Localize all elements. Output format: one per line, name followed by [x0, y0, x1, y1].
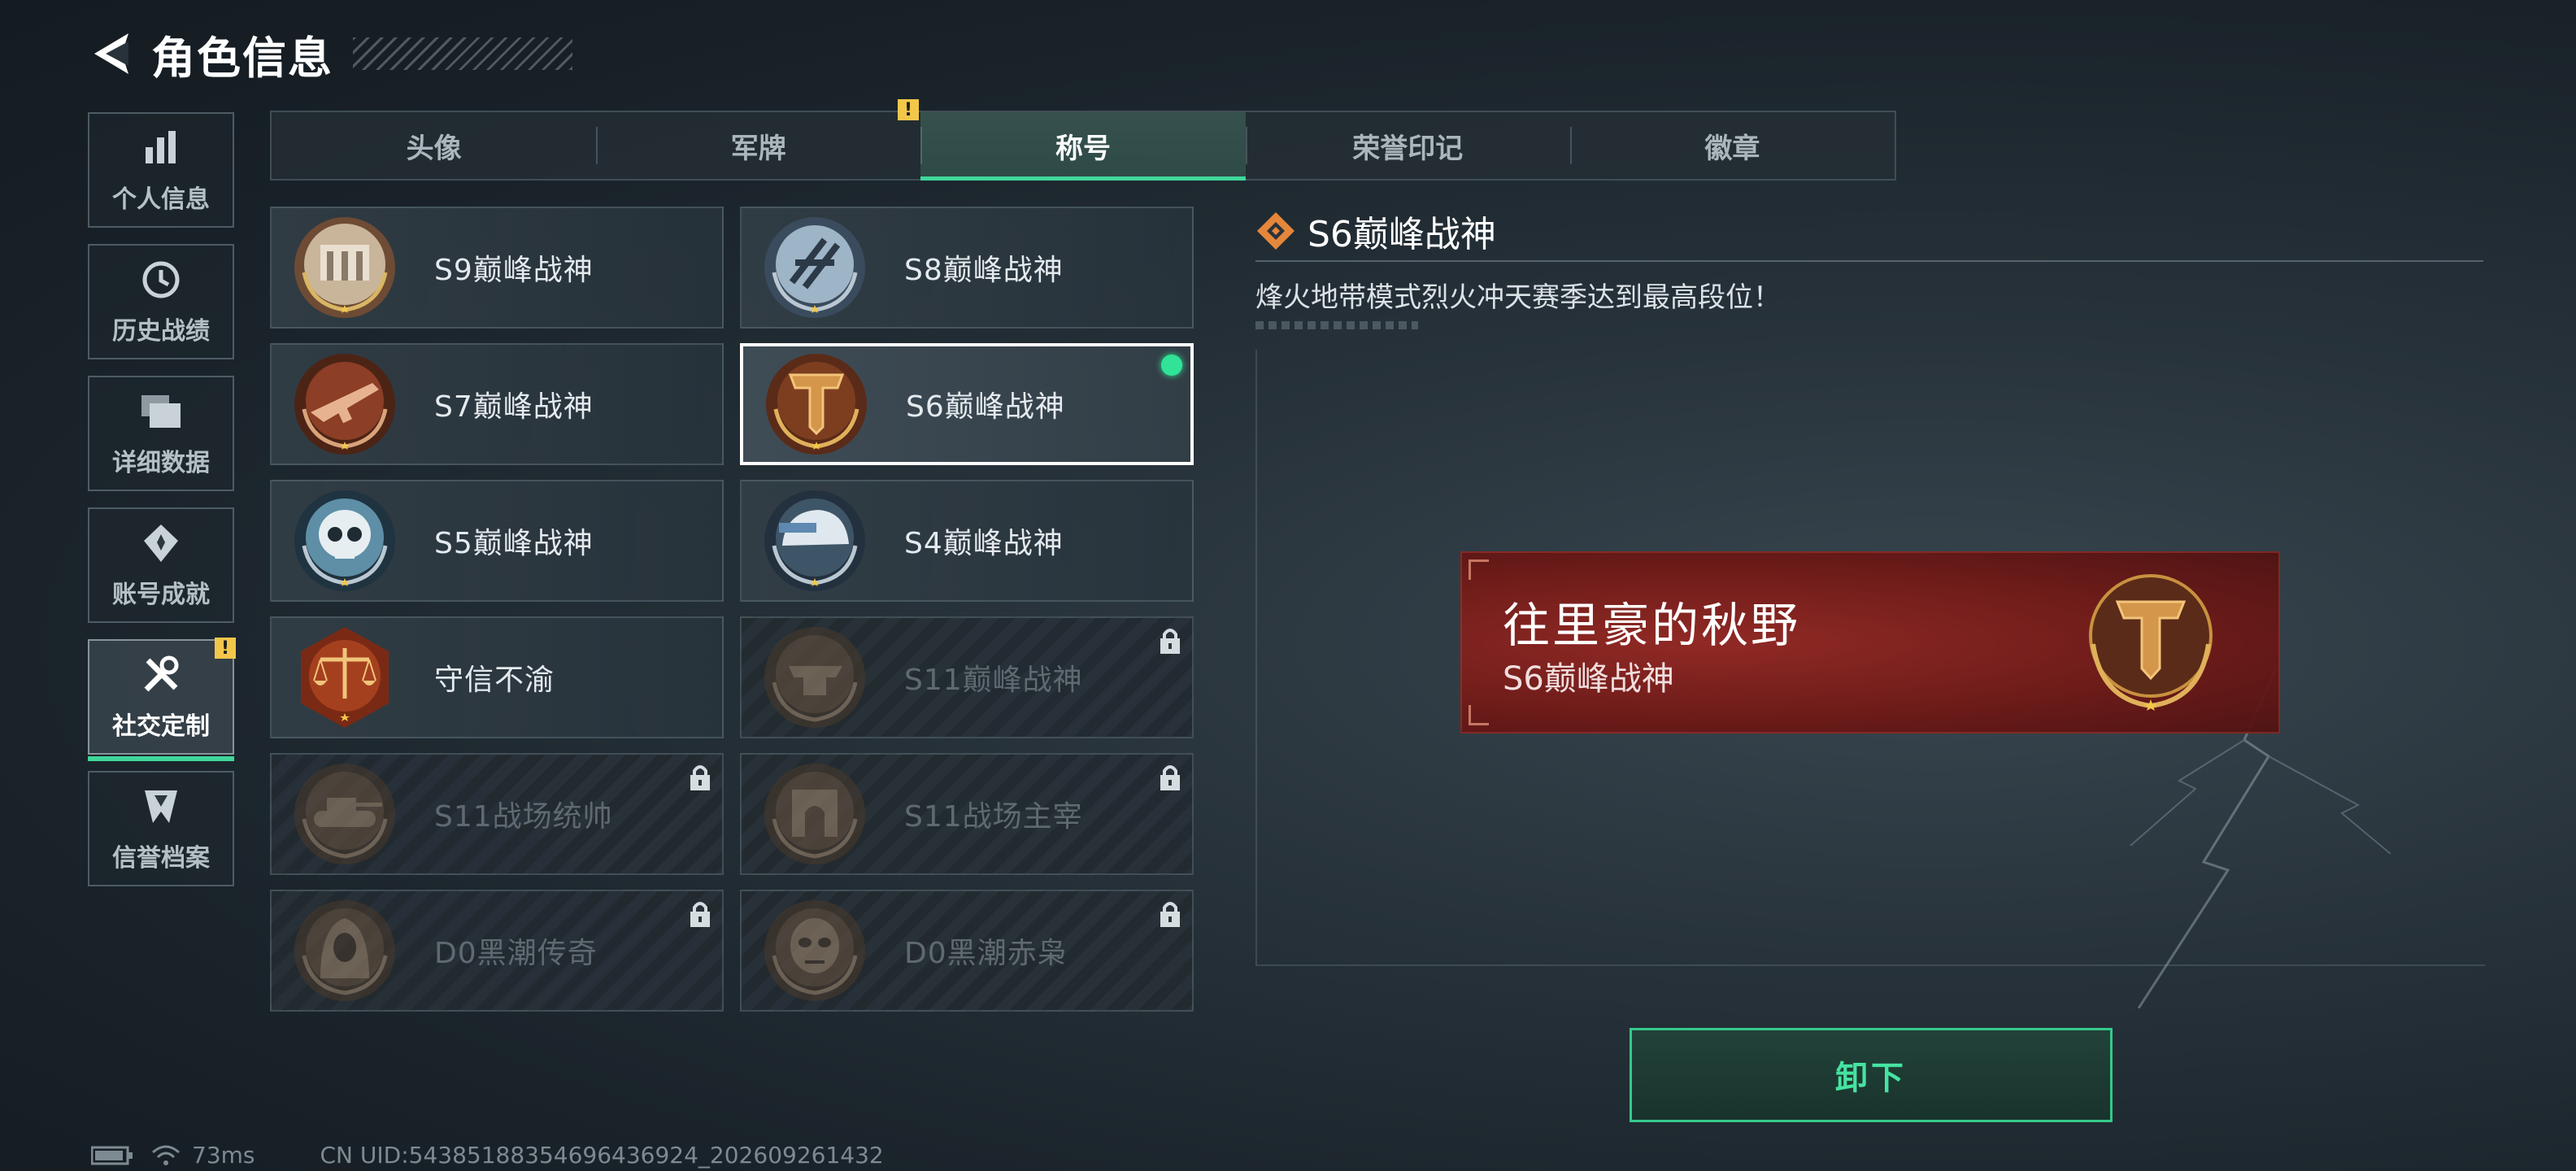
- tab-alert-badge: !: [898, 99, 919, 120]
- sidebar-item-details[interactable]: 详细数据: [88, 376, 234, 491]
- title-card-selected[interactable]: S6巅峰战神: [740, 343, 1194, 465]
- sidebar-item-profile[interactable]: 个人信息: [88, 112, 234, 228]
- plate-player-name: 往里豪的秋野: [1503, 598, 1801, 653]
- detail-decoration: [1255, 321, 1418, 329]
- slash-emblem: [764, 217, 865, 318]
- name-plate-preview: 往里豪的秋野 S6巅峰战神: [1460, 551, 2280, 734]
- title-card-label: S11战场统帅: [434, 800, 613, 834]
- title-card-locked[interactable]: D0黑潮传奇: [270, 890, 724, 1012]
- title-card-label: S7巅峰战神: [434, 390, 594, 424]
- back-arrow-icon[interactable]: [88, 28, 133, 80]
- detail-header: S6巅峰战神: [1255, 202, 2483, 262]
- bar-chart-icon: [138, 125, 184, 171]
- title-card-locked[interactable]: D0黑潮赤枭: [740, 890, 1194, 1012]
- title-card-locked[interactable]: S11巅峰战神: [740, 616, 1194, 738]
- title-hatch-decoration: [353, 37, 572, 70]
- ping-text: 73ms: [192, 1142, 255, 1169]
- wrench-icon: [138, 652, 184, 698]
- sidebar-item-label: 历史战绩: [112, 317, 210, 346]
- title-card-label: S11战场主宰: [904, 800, 1083, 834]
- page-title: 角色信息: [151, 32, 333, 84]
- history-icon: [138, 257, 184, 303]
- lock-icon: [1160, 902, 1180, 927]
- title-card-label: S11巅峰战神: [904, 664, 1083, 697]
- title-card-label: D0黑潮赤枭: [904, 937, 1068, 970]
- lock-icon: [1160, 765, 1180, 790]
- title-card[interactable]: S9巅峰战神: [270, 207, 724, 329]
- title-card[interactable]: 守信不渝: [270, 616, 724, 738]
- hooded-emblem: [294, 900, 395, 1001]
- sidebar-item-label: 信誉档案: [112, 844, 210, 873]
- plate-corner-decoration: [1469, 705, 1489, 725]
- title-card[interactable]: S8巅峰战神: [740, 207, 1194, 329]
- tab-honor-mark[interactable]: 荣誉印记: [1245, 112, 1570, 179]
- header-bar: 角色信息: [88, 23, 572, 85]
- tab-dog-tag[interactable]: 军牌: [596, 112, 920, 179]
- scales-emblem: [301, 627, 389, 728]
- detail-description: 烽火地带模式烈火冲天赛季达到最高段位！: [1255, 281, 1781, 314]
- fortress-emblem: [294, 217, 395, 318]
- folder-icon: [138, 389, 184, 434]
- title-card-locked[interactable]: S11战场统帅: [270, 753, 724, 875]
- tab-avatar[interactable]: 头像: [272, 112, 596, 179]
- tab-badge[interactable]: 徽章: [1569, 112, 1895, 179]
- sidebar-item-label: 社交定制: [112, 712, 210, 741]
- plate-corner-decoration: [1469, 559, 1489, 580]
- sidebar-item-label: 详细数据: [112, 449, 210, 477]
- title-card-label: S6巅峰战神: [906, 390, 1065, 424]
- uid-text: CN UID:5438518835469643692​4_20260926143…: [320, 1142, 884, 1169]
- title-card-label: S9巅峰战神: [434, 254, 594, 287]
- title-grid: S9巅峰战神 S8巅峰战神 S7巅峰战神 S6巅峰战神 S5巅峰战神 S4巅峰战…: [270, 207, 1197, 1012]
- title-card[interactable]: S4巅峰战神: [740, 480, 1194, 602]
- sidebar-item-history[interactable]: 历史战绩: [88, 244, 234, 359]
- sidebar-item-reputation[interactable]: 信誉档案: [88, 771, 234, 886]
- sidebar-item-achievements[interactable]: 账号成就: [88, 507, 234, 623]
- equipped-indicator: [1161, 355, 1182, 376]
- shield-icon: [138, 784, 184, 829]
- helmet-emblem: [764, 490, 865, 591]
- diamond-icon: [1257, 212, 1295, 250]
- wifi-icon: [152, 1145, 180, 1165]
- battery-icon: [91, 1146, 133, 1164]
- title-card-locked[interactable]: S11战场主宰: [740, 753, 1194, 875]
- tab-title[interactable]: 称号: [920, 112, 1246, 181]
- skull-emblem: [294, 490, 395, 591]
- mask-emblem: [764, 900, 865, 1001]
- lock-icon: [690, 902, 710, 927]
- title-card-label: 守信不渝: [434, 664, 555, 697]
- title-card-label: S8巅峰战神: [904, 254, 1064, 287]
- detail-title: S6巅峰战神: [1308, 214, 1496, 255]
- sidebar-item-label: 账号成就: [112, 581, 210, 609]
- sidebar: 个人信息 历史战绩 详细数据 账号成就 ! 社交定制 信誉档案: [88, 112, 237, 903]
- title-card-label: S4巅峰战神: [904, 527, 1064, 560]
- lock-icon: [1160, 629, 1180, 654]
- category-tabs: 头像 军牌 称号 荣誉印记 徽章: [270, 111, 1896, 181]
- rifle-emblem: [294, 354, 395, 455]
- unequip-button[interactable]: 卸下: [1630, 1028, 2113, 1122]
- title-card-label: D0黑潮传奇: [434, 937, 598, 970]
- arch-emblem: [764, 764, 865, 864]
- title-card[interactable]: S7巅峰战神: [270, 343, 724, 465]
- sidebar-item-label: 个人信息: [112, 185, 210, 214]
- tab-label: 军牌: [730, 132, 786, 165]
- title-card[interactable]: S5巅峰战神: [270, 480, 724, 602]
- title-detail-panel: S6巅峰战神 烽火地带模式烈火冲天赛季达到最高段位！: [1255, 202, 2483, 329]
- tank-emblem: [294, 764, 395, 864]
- plate-title: S6巅峰战神: [1503, 660, 1674, 698]
- title-card-label: S5巅峰战神: [434, 527, 594, 560]
- sidebar-item-social[interactable]: ! 社交定制: [88, 638, 236, 761]
- anvil-emblem: [764, 627, 865, 728]
- alert-badge: !: [215, 638, 236, 659]
- t-shield-emblem: [766, 354, 867, 455]
- status-bar: 73ms CN UID:5438518835469643692​4_202609…: [91, 1142, 884, 1169]
- t-shield-emblem: [2089, 574, 2213, 711]
- achievement-icon: [138, 520, 184, 566]
- lock-icon: [690, 765, 710, 790]
